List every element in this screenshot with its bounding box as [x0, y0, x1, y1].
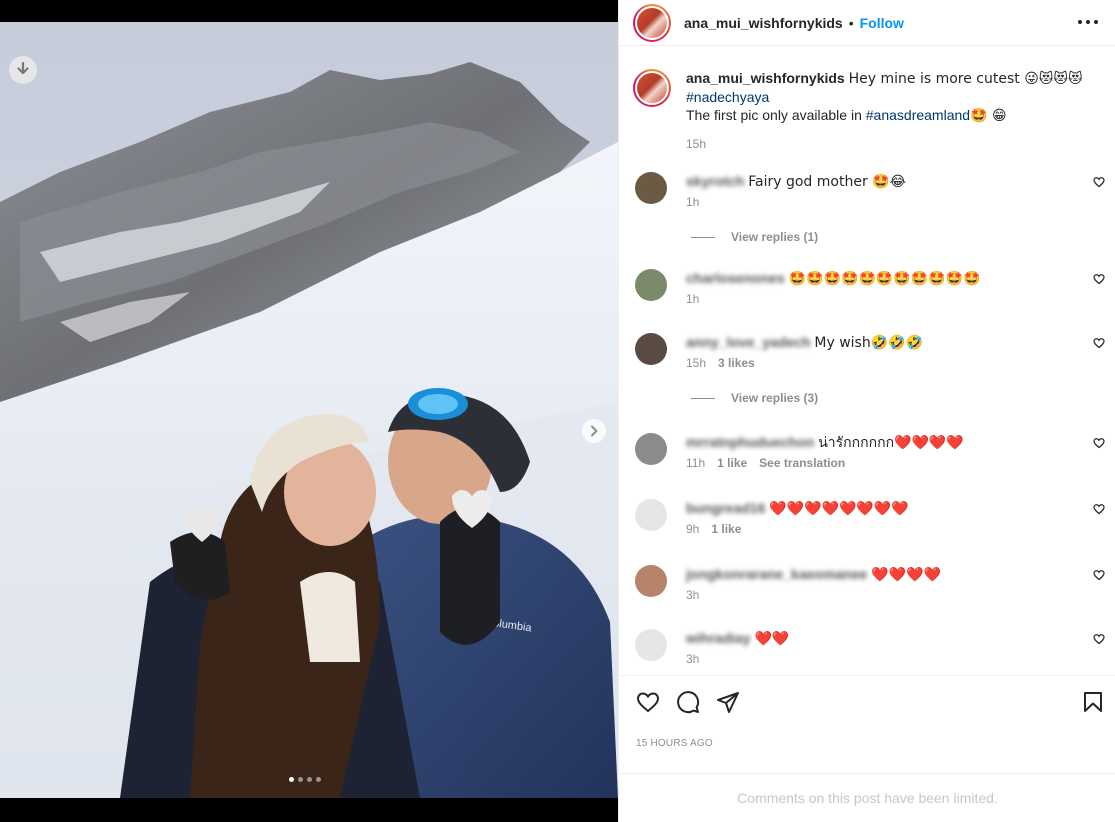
comment-text: skyrotch Fairy god mother 🤩😂 [686, 172, 1076, 191]
hashtag-link[interactable]: #anasdreamland [866, 107, 970, 123]
post-photo[interactable]: Columbia [0, 22, 618, 798]
heart-icon[interactable] [1093, 273, 1105, 285]
commenter-avatar[interactable] [635, 333, 667, 365]
comment-meta: 11h 1 like See translation [686, 456, 845, 470]
commenter-avatar[interactable] [635, 629, 667, 661]
caption-line3: The first pic only available in [686, 107, 866, 123]
caption-username[interactable]: ana_mui_wishfornykids [686, 70, 845, 86]
commenter-username[interactable]: anny_love_yadech [686, 334, 811, 350]
separator-dot: • [848, 14, 854, 31]
author-avatar[interactable] [633, 3, 671, 42]
view-replies-button[interactable]: View replies (1) [691, 230, 818, 244]
comment-time[interactable]: 1h [686, 195, 699, 209]
carousel-dot [307, 777, 312, 782]
caption-time[interactable]: 15h [686, 135, 1096, 153]
comment-body: 🤩🤩🤩🤩🤩🤩🤩🤩🤩🤩🤩 [788, 271, 981, 287]
comment-likes[interactable]: 3 likes [718, 356, 755, 370]
heart-icon[interactable] [1093, 569, 1105, 581]
bookmark-icon[interactable] [1081, 690, 1105, 714]
carousel-indicator [289, 777, 321, 782]
commenter-username[interactable]: skyrotch [686, 173, 744, 189]
commenter-username[interactable]: bungread16 [686, 500, 765, 516]
comment-body: Fairy god mother 🤩😂 [748, 174, 906, 190]
view-replies-button[interactable]: View replies (3) [691, 391, 818, 405]
carousel-dot [289, 777, 294, 782]
caption-line3-suffix: 🤩 😁 [970, 108, 1007, 124]
see-translation-button[interactable]: See translation [759, 456, 845, 470]
commenter-avatar[interactable] [635, 433, 667, 465]
comment-time[interactable]: 1h [686, 292, 699, 306]
comment-meta: 15h 3 likes [686, 356, 755, 370]
instagram-post-view: Columbia ana_mui_wishfornykids • Follow … [0, 0, 1115, 822]
carousel-next-button[interactable] [582, 419, 606, 443]
commenter-avatar[interactable] [635, 565, 667, 597]
caption-body: Hey mine is more cutest 😜😻😻😻 [848, 71, 1083, 87]
comment-meta: 3h [686, 588, 699, 602]
comment-time[interactable]: 3h [686, 588, 699, 602]
comment-body: My wish🤣🤣🤣 [814, 335, 924, 351]
comment-text: anny_love_yadech My wish🤣🤣🤣 [686, 333, 1076, 352]
heart-icon[interactable] [1093, 503, 1105, 515]
replies-divider [691, 397, 715, 399]
comment-text: jongkonrarane_kaeomanee ❤️❤️❤️❤️ [686, 565, 1076, 584]
comment-likes[interactable]: 1 like [717, 456, 747, 470]
post-side-panel: ana_mui_wishfornykids • Follow ana_mui_w… [618, 0, 1115, 822]
caption-text: ana_mui_wishfornykids Hey mine is more c… [686, 69, 1096, 153]
more-options-button[interactable] [1078, 14, 1098, 30]
photo-scene: Columbia [0, 22, 618, 798]
replies-divider [691, 236, 715, 238]
heart-icon[interactable] [1093, 337, 1105, 349]
download-button[interactable] [9, 56, 37, 84]
comment-time[interactable]: 9h [686, 522, 699, 536]
comment-body: ❤️❤️❤️❤️❤️❤️❤️❤️ [769, 501, 909, 517]
carousel-dot [316, 777, 321, 782]
commenter-avatar[interactable] [635, 499, 667, 531]
commenter-username[interactable]: jongkonrarane_kaeomanee [686, 566, 867, 582]
comment-text: mrratnphuduechon น่ารักกกกกก❤️❤️❤️❤️ [686, 433, 1076, 452]
comment-text: bungread16 ❤️❤️❤️❤️❤️❤️❤️❤️ [686, 499, 1076, 518]
view-replies-label: View replies (3) [731, 391, 819, 405]
comments-list: ana_mui_wishfornykids Hey mine is more c… [619, 47, 1115, 674]
heart-icon[interactable] [1093, 437, 1105, 449]
comment-body: ❤️❤️ [754, 631, 790, 647]
post-media: Columbia [0, 0, 618, 822]
comment-icon[interactable] [676, 690, 700, 714]
paper-plane-icon[interactable] [716, 690, 740, 714]
more-options-icon [1078, 20, 1082, 24]
follow-button[interactable]: Follow [860, 15, 904, 31]
post-header: ana_mui_wishfornykids • Follow [619, 0, 1115, 46]
commenter-username[interactable]: mrratnphuduechon [686, 434, 814, 450]
view-replies-label: View replies (1) [731, 230, 819, 244]
chevron-right-icon [591, 425, 598, 437]
comment-text: wihradiay ❤️❤️ [686, 629, 1076, 648]
post-actions: 15 hours ago [619, 675, 1115, 775]
comment-meta: 9h 1 like [686, 522, 741, 536]
heart-icon[interactable] [1093, 176, 1105, 188]
posted-time[interactable]: 15 hours ago [636, 738, 713, 749]
commenter-avatar[interactable] [635, 269, 667, 301]
comment-meta: 1h [686, 292, 699, 306]
comment-text: charlosenones 🤩🤩🤩🤩🤩🤩🤩🤩🤩🤩🤩 [686, 269, 1076, 288]
comment-meta: 3h [686, 652, 699, 666]
heart-icon[interactable] [1093, 633, 1105, 645]
comment-body: ❤️❤️❤️❤️ [871, 567, 941, 583]
commenter-username[interactable]: wihradiay [686, 630, 751, 646]
caption-avatar[interactable] [633, 69, 671, 107]
commenter-username[interactable]: charlosenones [686, 270, 785, 286]
comment-meta: 1h [686, 195, 699, 209]
comment-time[interactable]: 11h [686, 456, 705, 470]
comment-time[interactable]: 15h [686, 356, 706, 370]
hashtag-link[interactable]: #nadechyaya [686, 89, 769, 105]
author-username[interactable]: ana_mui_wishfornykids [684, 15, 843, 31]
download-icon [17, 62, 29, 75]
comment-likes[interactable]: 1 like [711, 522, 741, 536]
comment-body: น่ารักกกกกก❤️❤️❤️❤️ [818, 435, 964, 451]
carousel-dot [298, 777, 303, 782]
comments-limited-notice: Comments on this post have been limited. [619, 773, 1115, 822]
comment-time[interactable]: 3h [686, 652, 699, 666]
commenter-avatar[interactable] [635, 172, 667, 204]
heart-icon[interactable] [636, 690, 660, 714]
